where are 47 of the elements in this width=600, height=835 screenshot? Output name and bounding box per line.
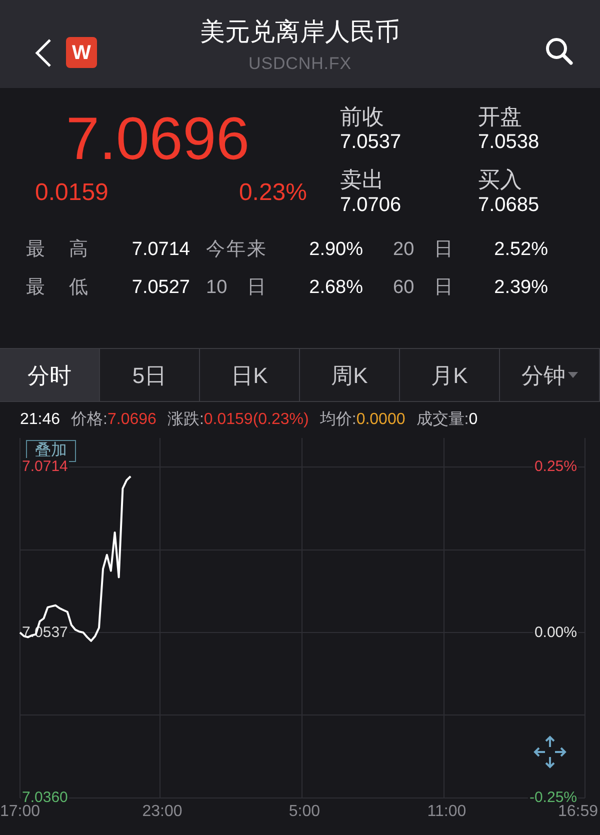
search-icon[interactable] [544, 36, 574, 66]
field-value: 7.0538 [478, 130, 540, 154]
stat-label: 10 日 [206, 276, 266, 300]
back-icon[interactable] [34, 38, 52, 68]
percent-change: 0.23% [238, 178, 307, 208]
stat-label: 今年来 [206, 238, 266, 262]
axis-label: 11:00 [427, 802, 466, 822]
tab[interactable]: 月K [400, 349, 500, 401]
stat-value: 2.52% [493, 238, 548, 262]
stat-label: 最 高 [26, 238, 88, 262]
stat-value: 2.90% [308, 238, 363, 262]
tab[interactable]: 分时 [0, 349, 100, 401]
app-logo[interactable]: W [66, 37, 97, 68]
info-value: 0.0159(0.23%) [204, 410, 309, 430]
field-label: 卖出 [340, 167, 385, 193]
field-label: 买入 [478, 167, 523, 193]
info-value: 7.0696 [108, 410, 156, 430]
info-label: 均价: [320, 410, 356, 430]
move-icon[interactable] [533, 735, 567, 769]
tab[interactable]: 分钟 [500, 349, 600, 401]
tab[interactable]: 日K [200, 349, 300, 401]
info-label: 价格: [71, 410, 108, 430]
field-value: 7.0706 [340, 193, 402, 217]
field-value: 7.0537 [340, 130, 402, 154]
stat-value: 7.0714 [130, 238, 190, 262]
info-label: 涨跌: [167, 410, 204, 430]
axis-label: 23:00 [142, 802, 182, 822]
tab[interactable]: 5日 [100, 349, 200, 401]
price-change: 0.0159 [35, 178, 108, 208]
info-value: 0.0000 [356, 410, 406, 430]
current-price: 7.0696 [65, 104, 251, 174]
info-value: 0 [468, 410, 478, 430]
stat-label: 最 低 [26, 276, 88, 300]
info-label: 成交量: [416, 410, 469, 430]
stat-value: 2.68% [308, 276, 363, 300]
axis-label: 5:00 [288, 802, 320, 822]
stat-value: 2.39% [493, 276, 548, 300]
stat-label: 60 日 [393, 276, 453, 300]
field-label: 前收 [340, 104, 385, 130]
field-label: 开盘 [478, 104, 523, 130]
stat-label: 20 日 [393, 238, 453, 262]
time-label: 21:46 [20, 410, 60, 430]
tab[interactable]: 周K [300, 349, 400, 401]
stat-value: 7.0527 [130, 276, 190, 300]
field-value: 7.0685 [478, 193, 540, 217]
ticker-symbol: USDCNH.FX [248, 53, 352, 75]
page-title: 美元兑离岸人民币 [200, 17, 400, 48]
